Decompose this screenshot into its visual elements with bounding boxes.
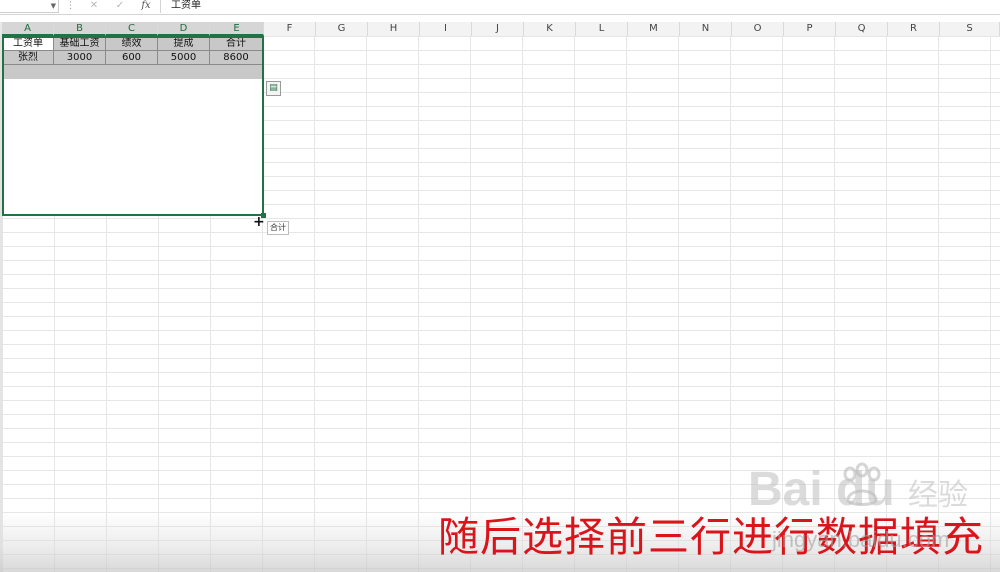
drag-handle-icon: ⋮ bbox=[66, 1, 75, 11]
column-header-q[interactable]: Q bbox=[836, 22, 888, 36]
quick-analysis-icon[interactable]: ▤ bbox=[266, 81, 281, 96]
column-header-r[interactable]: R bbox=[888, 22, 940, 36]
column-header-l[interactable]: L bbox=[576, 22, 628, 36]
column-header-s[interactable]: S bbox=[940, 22, 1000, 36]
watermark-url: jingyan.baidu.com bbox=[772, 527, 950, 552]
column-header-h[interactable]: H bbox=[368, 22, 420, 36]
fill-tooltip: 合计 bbox=[267, 221, 289, 235]
column-header-g[interactable]: G bbox=[316, 22, 368, 36]
watermark-brand-cn: 经验 bbox=[908, 479, 969, 512]
enter-icon[interactable]: ✓ bbox=[110, 0, 130, 13]
column-header-p[interactable]: P bbox=[784, 22, 836, 36]
column-header-a[interactable]: A bbox=[2, 22, 54, 36]
column-header-i[interactable]: I bbox=[420, 22, 472, 36]
column-header-bar: A B C D E F G H I J K L M N O P Q R S bbox=[0, 22, 1000, 37]
column-header-b[interactable]: B bbox=[54, 22, 106, 36]
cancel-icon[interactable]: ✕ bbox=[84, 0, 104, 13]
column-header-k[interactable]: K bbox=[524, 22, 576, 36]
column-header-c[interactable]: C bbox=[106, 22, 158, 36]
insert-function-icon[interactable]: fx bbox=[136, 0, 156, 13]
column-header-f[interactable]: F bbox=[264, 22, 316, 36]
column-header-e[interactable]: E bbox=[210, 22, 264, 36]
chevron-down-icon[interactable]: ▼ bbox=[51, 1, 56, 11]
formula-input[interactable]: 工资单 bbox=[160, 0, 1000, 13]
column-header-n[interactable]: N bbox=[680, 22, 732, 36]
crosshair-cursor-icon: + bbox=[253, 214, 265, 230]
column-header-m[interactable]: M bbox=[628, 22, 680, 36]
name-box[interactable]: ▼ bbox=[0, 0, 59, 13]
column-header-d[interactable]: D bbox=[158, 22, 210, 36]
column-header-o[interactable]: O bbox=[732, 22, 784, 36]
column-header-j[interactable]: J bbox=[472, 22, 524, 36]
selection-border bbox=[2, 36, 264, 216]
formula-bar: ▼ ⋮ ✕ ✓ fx 工资单 bbox=[0, 0, 1000, 15]
